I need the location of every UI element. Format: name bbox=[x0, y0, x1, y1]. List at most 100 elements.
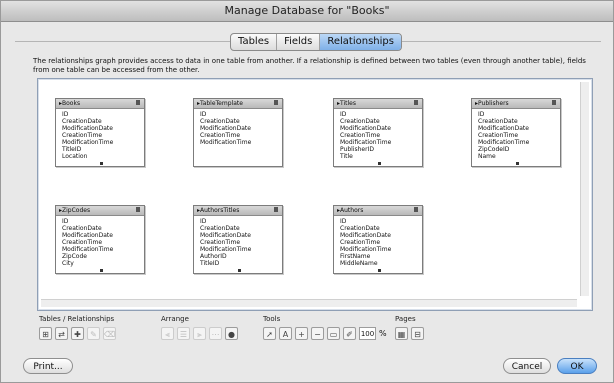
tab-tables[interactable]: Tables bbox=[231, 34, 278, 50]
graph-vertical-scrollbar[interactable] bbox=[580, 82, 589, 296]
field-item[interactable]: ModificationTime bbox=[62, 139, 141, 146]
field-item[interactable]: Title bbox=[340, 153, 419, 160]
field-list[interactable]: ID CreationDate ModificationDate Creatio… bbox=[334, 216, 422, 273]
field-list[interactable]: ID CreationDate ModificationDate Creatio… bbox=[334, 109, 422, 166]
table-header[interactable]: ▸Publishers bbox=[472, 99, 560, 109]
field-item[interactable]: ID bbox=[62, 218, 141, 225]
align-center-icon[interactable]: ☰ bbox=[177, 327, 190, 340]
table-menu-icon[interactable] bbox=[274, 100, 278, 105]
field-item[interactable]: ModificationDate bbox=[340, 232, 419, 239]
field-item[interactable]: CreationDate bbox=[340, 225, 419, 232]
field-item[interactable]: ID bbox=[340, 111, 419, 118]
field-item[interactable]: CreationTime bbox=[62, 239, 141, 246]
table-menu-icon[interactable] bbox=[274, 207, 278, 212]
graph-horizontal-scrollbar[interactable] bbox=[41, 299, 577, 307]
field-item[interactable]: ID bbox=[478, 111, 557, 118]
table-menu-icon[interactable] bbox=[414, 207, 418, 212]
page-setup-icon[interactable]: ▦ bbox=[395, 327, 408, 340]
table-header[interactable]: ▸AuthorsTitles bbox=[194, 206, 282, 216]
field-item[interactable]: ModificationDate bbox=[340, 125, 419, 132]
table-occurrence-titles[interactable]: ▸Titles ID CreationDate ModificationDate… bbox=[333, 98, 423, 167]
field-item[interactable]: PublisherID bbox=[340, 146, 419, 153]
field-item[interactable]: ID bbox=[340, 218, 419, 225]
field-item[interactable]: FirstName bbox=[340, 253, 419, 260]
select-arrow-icon[interactable]: ➚ bbox=[263, 327, 276, 340]
field-item[interactable]: ID bbox=[200, 218, 279, 225]
tab-relationships[interactable]: Relationships bbox=[320, 34, 401, 50]
field-item[interactable]: CreationDate bbox=[478, 118, 557, 125]
field-item[interactable]: ID bbox=[62, 111, 141, 118]
table-occurrence-publishers[interactable]: ▸Publishers ID CreationDate Modification… bbox=[471, 98, 561, 167]
field-item[interactable]: ModificationDate bbox=[478, 125, 557, 132]
field-item[interactable]: ZipCode bbox=[62, 253, 141, 260]
field-item[interactable]: TitleID bbox=[62, 146, 141, 153]
table-menu-icon[interactable] bbox=[552, 100, 556, 105]
table-occurrence-authorstitles[interactable]: ▸AuthorsTitles ID CreationDate Modificat… bbox=[193, 205, 283, 274]
table-header[interactable]: ▸TableTemplate bbox=[194, 99, 282, 109]
add-table-icon[interactable]: ⊞ bbox=[39, 327, 52, 340]
title-bar[interactable]: Manage Database for "Books" bbox=[1, 1, 613, 22]
zoom-out-icon[interactable]: − bbox=[311, 327, 324, 340]
field-item[interactable]: ModificationDate bbox=[62, 125, 141, 132]
field-item[interactable]: ModificationDate bbox=[62, 232, 141, 239]
field-item[interactable]: Name bbox=[478, 153, 557, 160]
table-header[interactable]: ▸Titles bbox=[334, 99, 422, 109]
table-occurrence-tabletemplate[interactable]: ▸TableTemplate ID CreationDate Modificat… bbox=[193, 98, 283, 167]
field-item[interactable]: CreationDate bbox=[200, 225, 279, 232]
table-header[interactable]: ▸ZipCodes bbox=[56, 206, 144, 216]
field-item[interactable]: CreationTime bbox=[340, 239, 419, 246]
zoom-in-icon[interactable]: + bbox=[295, 327, 308, 340]
delete-icon[interactable]: ⌫ bbox=[103, 327, 116, 340]
cancel-button[interactable]: Cancel bbox=[503, 358, 551, 374]
field-list[interactable]: ID CreationDate ModificationDate Creatio… bbox=[56, 216, 144, 273]
duplicate-icon[interactable]: ✚ bbox=[71, 327, 84, 340]
field-item[interactable]: AuthorID bbox=[200, 253, 279, 260]
field-item[interactable]: City bbox=[62, 260, 141, 267]
table-occurrence-books[interactable]: ▸Books ID CreationDate ModificationDate … bbox=[55, 98, 145, 167]
table-header[interactable]: ▸Authors bbox=[334, 206, 422, 216]
tab-fields[interactable]: Fields bbox=[277, 34, 321, 50]
field-item[interactable]: ModificationDate bbox=[200, 125, 279, 132]
field-item[interactable]: MiddleName bbox=[340, 260, 419, 267]
fit-view-icon[interactable]: ▭ bbox=[327, 327, 340, 340]
edit-icon[interactable]: ✎ bbox=[87, 327, 100, 340]
table-menu-icon[interactable] bbox=[136, 207, 140, 212]
align-left-icon[interactable]: ⫷ bbox=[161, 327, 174, 340]
table-occurrence-authors[interactable]: ▸Authors ID CreationDate ModificationDat… bbox=[333, 205, 423, 274]
field-list[interactable]: ID CreationDate ModificationDate Creatio… bbox=[194, 216, 282, 273]
field-item[interactable]: Location bbox=[62, 153, 141, 160]
field-item[interactable]: CreationDate bbox=[340, 118, 419, 125]
field-item[interactable]: ModificationTime bbox=[62, 246, 141, 253]
field-item[interactable]: CreationDate bbox=[62, 225, 141, 232]
field-list[interactable]: ID CreationDate ModificationDate Creatio… bbox=[56, 109, 144, 166]
table-header[interactable]: ▸Books bbox=[56, 99, 144, 109]
field-item[interactable]: ModificationTime bbox=[200, 246, 279, 253]
relationships-graph[interactable]: ▸Books ID CreationDate ModificationDate … bbox=[37, 78, 593, 311]
table-menu-icon[interactable] bbox=[414, 100, 418, 105]
field-item[interactable]: ModificationTime bbox=[200, 139, 279, 146]
field-item[interactable]: ModificationTime bbox=[478, 139, 557, 146]
field-list[interactable]: ID CreationDate ModificationDate Creatio… bbox=[472, 109, 560, 166]
field-item[interactable]: CreationTime bbox=[200, 132, 279, 139]
field-list[interactable]: ID CreationDate ModificationDate Creatio… bbox=[194, 109, 282, 166]
text-tool-icon[interactable]: A bbox=[279, 327, 292, 340]
field-item[interactable]: TitleID bbox=[200, 260, 279, 267]
field-item[interactable]: CreationTime bbox=[200, 239, 279, 246]
field-item[interactable]: ModificationTime bbox=[340, 139, 419, 146]
page-breaks-icon[interactable]: ⊟ bbox=[411, 327, 424, 340]
field-item[interactable]: CreationDate bbox=[62, 118, 141, 125]
distribute-icon[interactable]: ⋯ bbox=[209, 327, 222, 340]
ok-button[interactable]: OK bbox=[557, 358, 597, 374]
field-item[interactable]: ModificationTime bbox=[340, 246, 419, 253]
field-item[interactable]: CreationDate bbox=[200, 118, 279, 125]
zoom-level-field[interactable]: 100 bbox=[359, 327, 376, 340]
color-palette-icon[interactable]: ● bbox=[225, 327, 238, 340]
align-right-icon[interactable]: ⫸ bbox=[193, 327, 206, 340]
field-item[interactable]: CreationTime bbox=[62, 132, 141, 139]
field-item[interactable]: ZipCodeID bbox=[478, 146, 557, 153]
field-item[interactable]: ModificationDate bbox=[200, 232, 279, 239]
field-item[interactable]: CreationTime bbox=[340, 132, 419, 139]
table-menu-icon[interactable] bbox=[136, 100, 140, 105]
table-occurrence-zipcodes[interactable]: ▸ZipCodes ID CreationDate ModificationDa… bbox=[55, 205, 145, 274]
print-button[interactable]: Print... bbox=[23, 358, 73, 374]
